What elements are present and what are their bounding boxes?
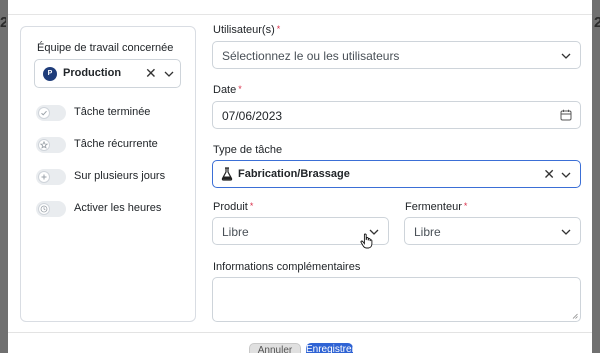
clock-icon [40,205,48,213]
toggle-label-done: Tâche terminée [74,106,151,118]
users-select[interactable]: Sélectionnez le ou les utilisateurs [212,41,581,69]
backdrop-left: 2 [0,0,8,353]
task-type-label: Type de tâche [213,144,283,156]
check-icon [41,110,47,116]
extra-info-label: Informations complémentaires [213,261,361,273]
task-modal: Équipe de travail concernée P Production… [8,0,592,353]
backdrop-right: 2 [592,0,600,353]
fermenter-value: Libre [414,225,441,239]
toggle-hours[interactable] [36,201,66,217]
date-value: 07/06/2023 [222,109,283,123]
flask-icon [221,167,233,181]
calendar-icon[interactable] [560,109,572,121]
team-avatar: P [43,67,57,81]
team-select[interactable]: P Production ✕ [34,59,181,88]
toggle-done[interactable] [36,105,66,121]
save-button[interactable]: Enregistrer [306,343,353,353]
modal-footer-divider [8,332,592,333]
users-label: Utilisateur(s) * [213,24,281,36]
backdrop-text-fragment: 2 [0,14,6,31]
task-type-clear-icon[interactable]: ✕ [543,165,555,183]
product-label: Produit * [213,201,254,213]
chevron-down-icon[interactable] [164,69,174,79]
task-type-value: Fabrication/Brassage [238,168,350,180]
toggle-label-multiday: Sur plusieurs jours [74,170,166,182]
toggle-label-hours: Activer les heures [74,202,162,214]
cancel-button[interactable]: Annuler [249,343,301,353]
date-input[interactable]: 07/06/2023 [212,101,581,129]
star-icon [40,141,48,149]
product-value: Libre [222,225,249,239]
date-label: Date * [213,84,242,96]
hand-cursor-icon [360,233,373,249]
extra-info-textarea[interactable] [212,277,581,322]
team-value: Production [63,67,122,79]
plus-icon [41,174,47,180]
team-label: Équipe de travail concernée [37,42,174,54]
toggle-recurring[interactable] [36,137,66,153]
chevron-down-icon[interactable] [561,170,571,180]
toggle-multiday[interactable] [36,169,66,185]
chevron-down-icon[interactable] [561,51,571,61]
chevron-down-icon[interactable] [561,227,571,237]
modal-header-divider [8,14,592,15]
options-panel: Équipe de travail concernée P Production… [20,26,196,322]
team-clear-icon[interactable]: ✕ [145,64,157,82]
backdrop-text-fragment-right: 2 [594,14,600,31]
fermenter-select[interactable]: Libre [404,217,581,245]
fermenter-label: Fermenteur * [405,201,468,213]
users-placeholder: Sélectionnez le ou les utilisateurs [222,49,400,63]
task-type-select[interactable]: Fabrication/Brassage ✕ [212,160,581,188]
toggle-label-recurring: Tâche récurrente [74,138,158,150]
resize-grip-icon[interactable] [572,313,578,319]
